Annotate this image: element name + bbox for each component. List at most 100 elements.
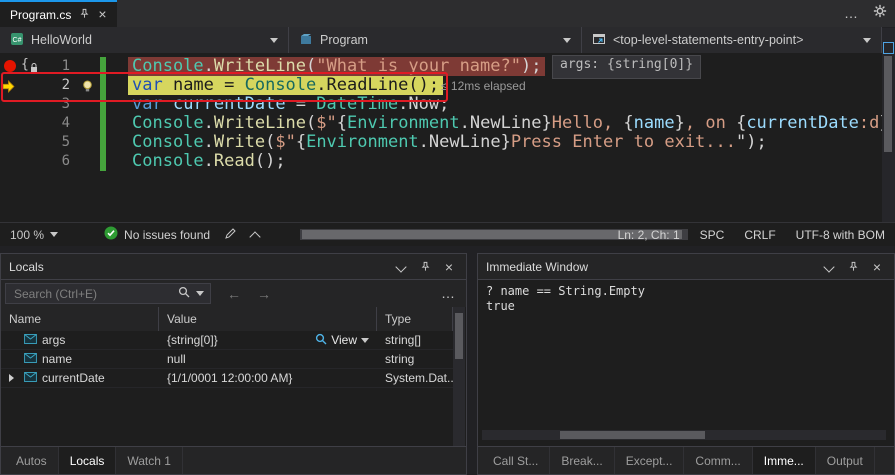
locals-panel: Locals ← → NameValueType args {string[0]}…	[0, 253, 467, 475]
change-tracking-bar	[100, 133, 106, 152]
type-cell: string	[377, 352, 453, 366]
search-input[interactable]	[12, 285, 172, 302]
view-button[interactable]: View	[315, 333, 377, 348]
more-options-icon[interactable]	[441, 285, 456, 303]
pin-icon[interactable]	[844, 258, 862, 276]
variable-icon	[24, 371, 37, 385]
project-label: HelloWorld	[31, 33, 92, 47]
scrollbar-thumb[interactable]	[455, 313, 463, 359]
close-tab-icon[interactable]	[98, 7, 106, 22]
tab-program-cs[interactable]: Program.cs	[0, 0, 117, 27]
pin-icon[interactable]	[416, 258, 434, 276]
variable-icon	[24, 352, 37, 366]
spaces-indicator[interactable]: SPC	[700, 228, 725, 242]
panel-tab[interactable]: Call St...	[482, 447, 551, 474]
code-line: 3 var currentDate = DateTime.Now;	[0, 95, 895, 114]
column-header[interactable]: Name	[1, 307, 159, 331]
status-bar-right: Ln: 2, Ch: 1 SPC CRLF UTF-8 with BOM	[618, 223, 885, 246]
code-editor[interactable]: 1 Console.WriteLine("What is your name?")…	[0, 53, 895, 222]
chevron-down-icon[interactable]	[196, 291, 204, 296]
breakpoint-margin[interactable]	[0, 114, 18, 133]
locals-vertical-scrollbar[interactable]	[453, 307, 465, 449]
locals-row[interactable]: args {string[0]} View string[]	[1, 331, 453, 350]
locals-column-headers: Name Value Type	[1, 307, 453, 332]
close-icon[interactable]	[868, 258, 886, 276]
perftip[interactable]: ≤ 12ms elapsed	[441, 79, 526, 93]
panel-tab[interactable]: Output	[816, 447, 875, 474]
member-dropdown[interactable]: <top-level-statements-entry-point>	[582, 27, 882, 53]
change-tracking-bar	[100, 57, 106, 76]
value-cell: {string[0]} View	[159, 333, 377, 348]
breakpoint-icon[interactable]	[4, 60, 16, 72]
vs-window: Program.cs C# HelloWorld	[0, 0, 895, 475]
immediate-panel: Immediate Window ? name == String.Emptyt…	[477, 253, 895, 475]
encoding-indicator[interactable]: UTF-8 with BOM	[796, 228, 885, 242]
column-header[interactable]: Value	[159, 307, 377, 331]
editor-status-bar: 100 % No issues found Ln: 2, Ch: 1 SPC C…	[0, 222, 895, 246]
pen-icon[interactable]	[224, 227, 237, 243]
breakpoint-margin[interactable]	[0, 133, 18, 152]
code-lines: 1 Console.WriteLine("What is your name?")…	[0, 57, 895, 171]
editor-vertical-scrollbar[interactable]	[882, 28, 895, 222]
breakpoint-margin[interactable]	[0, 152, 18, 171]
back-arrow-icon[interactable]: ←	[227, 286, 241, 302]
type-dropdown[interactable]: Program	[289, 27, 582, 53]
type-label: Program	[320, 33, 368, 47]
gear-icon[interactable]	[873, 4, 887, 23]
search-icon[interactable]	[178, 285, 190, 303]
type-cell: string[]	[377, 333, 453, 347]
search-box[interactable]	[5, 283, 211, 304]
locals-row[interactable]: currentDate {1/1/0001 12:00:00 AM} System.…	[1, 369, 453, 388]
variable-icon	[24, 333, 37, 347]
locals-tab-strip: Autos Locals Watch 1	[1, 446, 466, 474]
locals-row[interactable]: name null string	[1, 350, 453, 369]
code-text[interactable]: Console.WriteLine($"{Environment.NewLine…	[128, 114, 894, 133]
tab-overflow-icon[interactable]	[844, 5, 859, 23]
chevron-down-icon	[361, 337, 369, 343]
expander-icon[interactable]	[9, 374, 19, 382]
issues-label: No issues found	[124, 227, 211, 242]
type-cell: System.Dat...	[377, 371, 453, 385]
panel-tab[interactable]: Imme...	[752, 447, 816, 474]
panel-tab[interactable]: Comm...	[684, 447, 753, 474]
code-text[interactable]: var name = Console.ReadLine();	[128, 76, 444, 95]
line-col-indicator[interactable]: Ln: 2, Ch: 1	[618, 228, 680, 242]
column-header[interactable]: Type	[377, 307, 453, 331]
panel-tab[interactable]: Break...	[550, 447, 615, 474]
window-position-icon[interactable]	[392, 258, 410, 276]
panel-tab[interactable]: Locals	[58, 447, 117, 474]
panel-tab[interactable]: Watch 1	[116, 447, 183, 474]
scrollbar-thumb[interactable]	[884, 56, 892, 152]
pin-icon[interactable]	[79, 8, 90, 22]
code-text[interactable]: var currentDate = DateTime.Now;	[128, 95, 453, 114]
code-text[interactable]: Console.Read();	[128, 152, 290, 171]
code-text[interactable]: Console.WriteLine("What is your name?");	[128, 57, 546, 76]
close-icon[interactable]	[440, 258, 458, 276]
code-line: 6 Console.Read();	[0, 152, 895, 171]
change-tracking-bar	[100, 152, 106, 171]
value-cell: null	[159, 352, 377, 366]
zoom-control[interactable]: 100 %	[0, 228, 68, 242]
immediate-horizontal-scrollbar[interactable]	[482, 430, 886, 440]
project-dropdown[interactable]: C# HelloWorld	[0, 27, 289, 53]
chevron-down-icon	[863, 37, 871, 43]
scrollbar-thumb[interactable]	[560, 431, 705, 439]
collapse-icon[interactable]	[249, 230, 261, 243]
forward-arrow-icon[interactable]: →	[257, 286, 271, 302]
code-text[interactable]: Console.Write($"{Environment.NewLine}Pre…	[128, 133, 771, 152]
line-number: 6	[61, 153, 70, 169]
immediate-content[interactable]: ? name == String.Empty true	[478, 280, 894, 447]
variable-value: {string[0]}	[167, 333, 218, 347]
tab-label: Program.cs	[10, 7, 72, 22]
project-icon: C#	[10, 32, 24, 49]
current-statement-arrow-icon	[2, 80, 15, 98]
line-ending-indicator[interactable]: CRLF	[744, 228, 775, 242]
datatip[interactable]: args: {string[0]}	[552, 55, 702, 79]
panel-tab[interactable]: Except...	[615, 447, 685, 474]
issues-indicator[interactable]: No issues found	[104, 226, 210, 243]
lightbulb-icon[interactable]	[82, 79, 93, 97]
variable-name: currentDate	[42, 371, 105, 385]
code-line: 4 Console.WriteLine($"{Environment.NewLin…	[0, 114, 895, 133]
window-position-icon[interactable]	[820, 258, 838, 276]
panel-tab[interactable]: Autos	[5, 447, 59, 474]
